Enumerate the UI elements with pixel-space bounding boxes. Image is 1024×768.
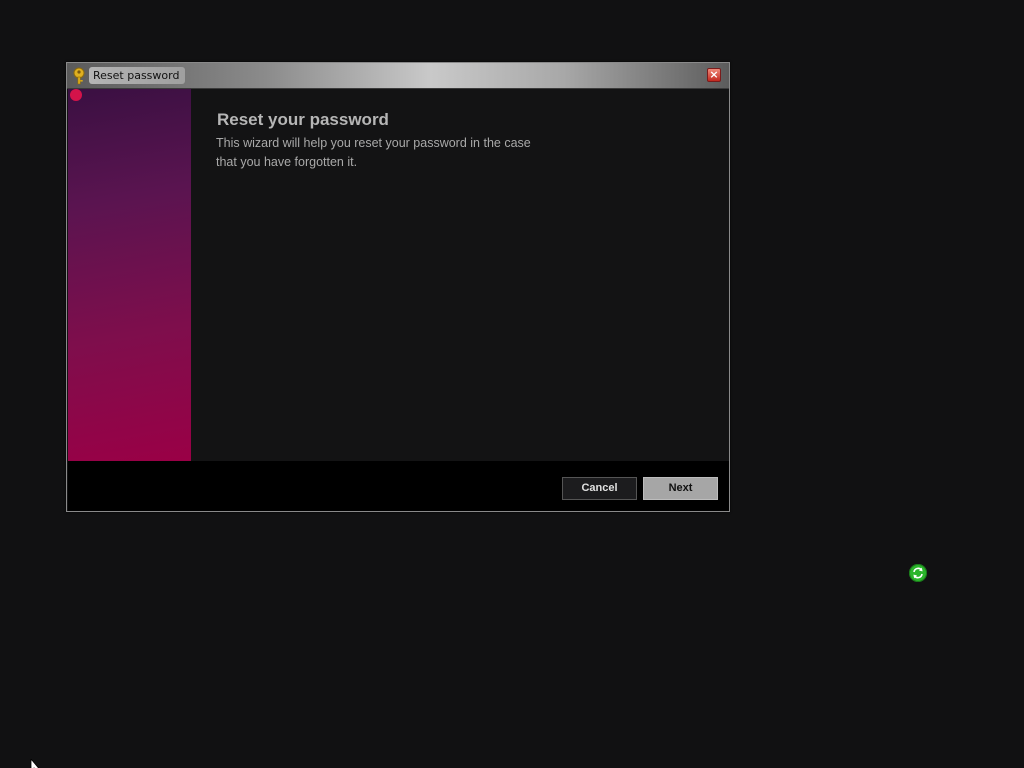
next-button[interactable]: Next xyxy=(643,477,718,500)
description-line-1: This wizard will help you reset your pas… xyxy=(216,136,531,150)
wizard-description: This wizard will help you reset your pas… xyxy=(216,134,556,172)
close-button[interactable]: × xyxy=(707,68,721,82)
sync-icon[interactable] xyxy=(909,564,927,582)
wizard-content: Reset your password This wizard will hel… xyxy=(191,89,729,461)
mouse-cursor-icon xyxy=(30,756,44,768)
reset-password-dialog: Reset password × Reset your password Thi… xyxy=(66,62,730,512)
description-line-2: that you have forgotten it. xyxy=(216,155,358,169)
wizard-footer: Cancel Next xyxy=(68,461,729,511)
wizard-side-banner xyxy=(68,89,191,461)
title-bar[interactable]: Reset password × xyxy=(67,63,729,89)
key-icon xyxy=(71,67,87,85)
wizard-heading: Reset your password xyxy=(217,110,389,129)
banner-decoration xyxy=(70,89,82,101)
cancel-button[interactable]: Cancel xyxy=(562,477,637,500)
desktop: Reset password × Reset your password Thi… xyxy=(0,0,1024,768)
window-title: Reset password xyxy=(89,67,186,84)
